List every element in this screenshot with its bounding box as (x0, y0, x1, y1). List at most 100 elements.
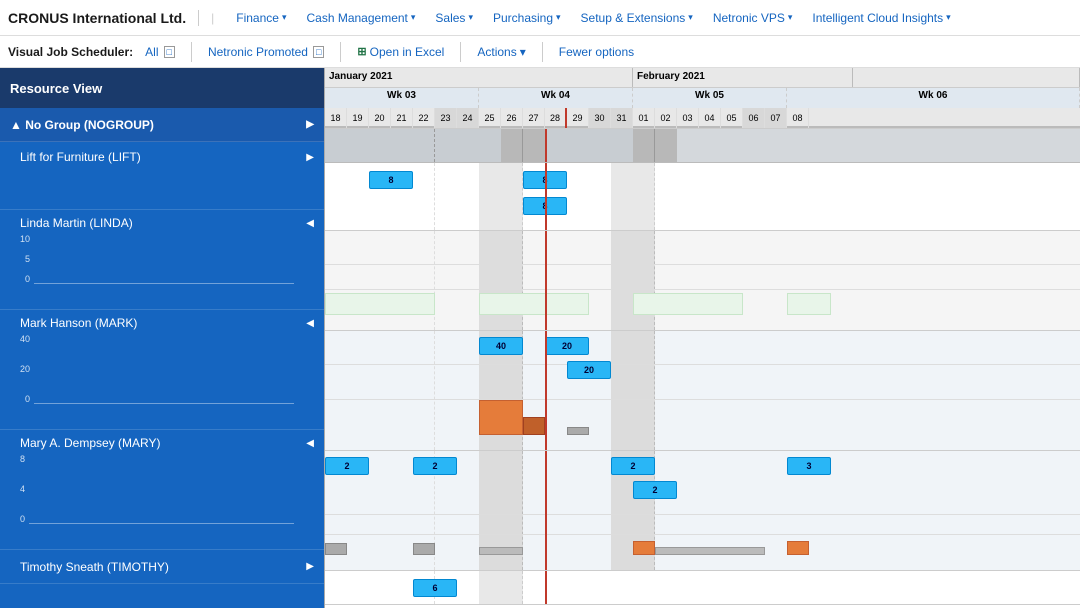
day-feb-1: 01 (633, 108, 655, 128)
expand-icon: ◀ (306, 438, 314, 449)
gantt-area: January 2021 February 2021 Wk 03 Wk 04 W… (325, 68, 1080, 608)
nav-cash-management[interactable]: Cash Management ▾ (296, 0, 425, 36)
task-mary-4[interactable]: 2 (633, 481, 677, 499)
day-22: 22 (413, 108, 435, 128)
nav-sales[interactable]: Sales ▾ (425, 0, 483, 36)
company-name: CRONUS International Ltd. (8, 10, 199, 26)
day-27: 27 (523, 108, 545, 128)
task-mark-1[interactable]: 40 (479, 337, 523, 355)
task-mary-3[interactable]: 2 (611, 457, 655, 475)
nav-purchasing[interactable]: Purchasing ▾ (483, 0, 571, 36)
chevron-icon: ▾ (688, 12, 693, 23)
chart-bar-linda-4 (787, 293, 831, 315)
day-feb-6: 06 (743, 108, 765, 128)
wk03-label: Wk 03 (325, 88, 479, 108)
task-timothy-1[interactable]: 6 (413, 579, 457, 597)
expand-icon: ◀ (306, 318, 314, 329)
task-mary-1[interactable]: 2 (325, 457, 369, 475)
day-23: 23 (435, 108, 457, 128)
month-extra (853, 68, 1080, 87)
chevron-icon: ▾ (282, 12, 287, 23)
task-mary-2[interactable]: 2 (413, 457, 457, 475)
task-lift-1[interactable]: 8 (369, 171, 413, 189)
chevron-icon: ▾ (411, 12, 416, 23)
gantt-header: January 2021 February 2021 Wk 03 Wk 04 W… (325, 68, 1080, 129)
resource-row-mark[interactable]: Mark Hanson (MARK) ◀ 40 20 0 (0, 310, 324, 430)
toolbar: Visual Job Scheduler: All □ Netronic Pro… (0, 36, 1080, 68)
fewer-options-button[interactable]: Fewer options (551, 43, 642, 61)
wk04-label: Wk 04 (479, 88, 633, 108)
top-navigation: CRONUS International Ltd. | Finance ▾ Ca… (0, 0, 1080, 36)
gantt-row-lift: 8 8 8 (325, 163, 1080, 231)
group-row-nogroup[interactable]: ▲ No Group (NOGROUP) ▶ (0, 108, 324, 142)
chart-bar-mary-gray4 (655, 547, 765, 555)
day-18: 18 (325, 108, 347, 128)
day-feb-2: 02 (655, 108, 677, 128)
chevron-icon: ▾ (556, 12, 561, 23)
wk05-label: Wk 05 (633, 88, 787, 108)
day-feb-4: 04 (699, 108, 721, 128)
chart-bar-mary-gray3 (479, 547, 523, 555)
toolbar-title: Visual Job Scheduler: (8, 45, 133, 59)
wk06-label: Wk 06 (787, 88, 1080, 108)
all-button[interactable]: All □ (137, 43, 183, 61)
resource-row-lift[interactable]: Lift for Furniture (LIFT) ▶ (0, 142, 324, 210)
week-header-row: Wk 03 Wk 04 Wk 05 Wk 06 (325, 88, 1080, 108)
open-excel-button[interactable]: ⊞ Open in Excel (349, 43, 452, 61)
nav-setup[interactable]: Setup & Extensions ▾ (571, 0, 703, 36)
task-mary-5[interactable]: 3 (787, 457, 831, 475)
gantt-body: 8 8 8 (325, 129, 1080, 605)
expand-icon: ▶ (306, 561, 314, 572)
day-20: 20 (369, 108, 391, 128)
chart-bar-linda-3 (633, 293, 743, 315)
resource-row-mary[interactable]: Mary A. Dempsey (MARY) ◀ 8 4 0 (0, 430, 324, 550)
separator (191, 42, 192, 62)
chart-bar-mary-gray2 (413, 543, 435, 555)
resource-row-timothy[interactable]: Timothy Sneath (TIMOTHY) ▶ (0, 550, 324, 584)
day-28: 28 (545, 108, 567, 128)
chart-bar-linda-2 (479, 293, 589, 315)
day-19: 19 (347, 108, 369, 128)
nav-netronic-vps[interactable]: Netronic VPS ▾ (703, 0, 803, 36)
chevron-icon: ▾ (946, 12, 951, 23)
chevron-icon: ▾ (788, 12, 793, 23)
gantt-row-mark: 40 20 20 (325, 331, 1080, 451)
chart-bar-mark-orange (479, 400, 523, 435)
gantt-row-mary: 2 2 2 2 3 (325, 451, 1080, 571)
chart-bar-mark-small (523, 417, 545, 435)
chart-bar-mary-orange (633, 541, 655, 555)
netronic-promoted-button[interactable]: Netronic Promoted □ (200, 43, 332, 61)
panel-header: Resource View (0, 68, 324, 108)
separator (460, 42, 461, 62)
day-31: 31 (611, 108, 633, 128)
nav-cloud-insights[interactable]: Intelligent Cloud Insights ▾ (802, 0, 960, 36)
chart-bar-mark-gray (567, 427, 589, 435)
task-mark-2[interactable]: 20 (545, 337, 589, 355)
day-29: 29 (567, 108, 589, 128)
gantt-row-linda (325, 231, 1080, 331)
month-header-row: January 2021 February 2021 (325, 68, 1080, 88)
expand-icon: ▶ (306, 119, 314, 130)
chevron-icon: ▾ (468, 12, 473, 23)
task-mark-3[interactable]: 20 (567, 361, 611, 379)
day-30: 30 (589, 108, 611, 128)
resource-row-linda[interactable]: Linda Martin (LINDA) ◀ 10 5 0 (0, 210, 324, 310)
nav-finance[interactable]: Finance ▾ (226, 0, 296, 36)
day-25: 25 (479, 108, 501, 128)
day-feb-8: 08 (787, 108, 809, 128)
expand-icon: ◀ (306, 218, 314, 229)
scheduler: Resource View ▲ No Group (NOGROUP) ▶ Lif… (0, 68, 1080, 608)
day-feb-7: 07 (765, 108, 787, 128)
day-header-row: 18 19 20 21 22 23 24 25 26 27 28 29 30 3… (325, 108, 1080, 128)
actions-button[interactable]: Actions ▾ (469, 43, 533, 61)
gantt-row-timothy: 6 (325, 571, 1080, 605)
day-26: 26 (501, 108, 523, 128)
day-feb-5: 05 (721, 108, 743, 128)
gantt-row-nogroup (325, 129, 1080, 163)
resource-panel: Resource View ▲ No Group (NOGROUP) ▶ Lif… (0, 68, 325, 608)
chart-bar-mary-gray1 (325, 543, 347, 555)
day-24: 24 (457, 108, 479, 128)
chart-bar-mary-orange2 (787, 541, 809, 555)
month-february: February 2021 (633, 68, 853, 87)
expand-icon: ▶ (306, 152, 314, 163)
